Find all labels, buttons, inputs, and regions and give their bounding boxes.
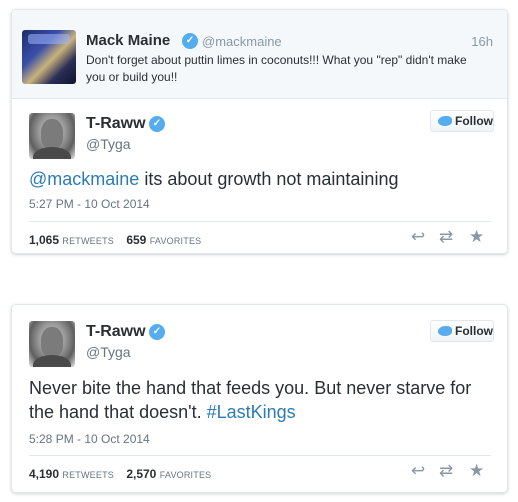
favorite-count[interactable]: 659 [126,233,146,247]
hashtag-link[interactable]: #LastKings [207,402,296,422]
follow-button-label: Follow [455,114,493,128]
retweets-label[interactable]: RETWEETS [62,236,114,246]
retweet-icon[interactable]: ⇄ [439,462,453,480]
tweet-text-body: its about growth not maintaining [139,169,399,189]
tweet-date[interactable]: 5:28 PM - 10 Oct 2014 [29,432,150,446]
follow-button-label: Follow [455,324,493,338]
follow-button[interactable]: Follow [430,110,494,132]
verified-badge-icon: ✓ [182,33,198,49]
tweet-card-1: Mack Maine ✓ @mackmaine 16h Don't forget… [11,9,508,254]
favorite-icon[interactable]: ★ [469,228,484,246]
tweet-stats: 1,065 RETWEETS 659 FAVORITES [29,233,210,247]
tweet-stats: 4,190 RETWEETS 2,570 FAVORITES [29,467,220,481]
follow-button[interactable]: Follow [430,320,494,342]
quoted-author-handle[interactable]: @mackmaine [202,34,282,49]
retweet-icon[interactable]: ⇄ [439,228,453,246]
favorites-label[interactable]: FAVORITES [150,236,202,246]
favorites-label[interactable]: FAVORITES [160,470,212,480]
favorite-count[interactable]: 2,570 [126,467,156,481]
tweet-card-2: T-Raww ✓ @Tyga Follow Never bite the han… [11,304,508,493]
verified-badge-icon: ✓ [149,324,165,340]
tweet-text: Never bite the hand that feeds you. But … [29,376,489,424]
reply-icon[interactable]: ↩ [411,462,425,480]
author-name[interactable]: T-Raww [86,323,146,341]
twitter-bird-icon [438,326,452,336]
author-avatar[interactable] [29,321,75,367]
divider [29,455,491,456]
tweet-actions: ↩ ⇄ ★ [411,462,491,480]
favorite-icon[interactable]: ★ [469,462,484,480]
author-handle[interactable]: @Tyga [86,136,131,152]
mention-link[interactable]: @mackmaine [29,169,139,189]
retweets-label[interactable]: RETWEETS [62,470,114,480]
retweet-count[interactable]: 1,065 [29,233,59,247]
retweet-count[interactable]: 4,190 [29,467,59,481]
author-handle[interactable]: @Tyga [86,344,131,360]
twitter-bird-icon [438,116,452,126]
quoted-tweet[interactable]: Mack Maine ✓ @mackmaine 16h Don't forget… [12,10,507,99]
quoted-tweet-text: Don't forget about puttin limes in cocon… [86,53,467,84]
tweet-date[interactable]: 5:27 PM - 10 Oct 2014 [29,197,150,211]
author-avatar[interactable] [29,113,75,159]
verified-badge-icon: ✓ [149,116,165,132]
reply-icon[interactable]: ↩ [411,228,425,246]
quoted-author-name[interactable]: Mack Maine [86,32,170,49]
quoted-timestamp[interactable]: 16h [471,34,493,49]
tweet-text: @mackmaine its about growth not maintain… [29,167,489,191]
divider [29,221,491,222]
author-name[interactable]: T-Raww [86,115,146,133]
tweet-actions: ↩ ⇄ ★ [411,228,491,246]
quoted-avatar[interactable] [22,30,76,84]
